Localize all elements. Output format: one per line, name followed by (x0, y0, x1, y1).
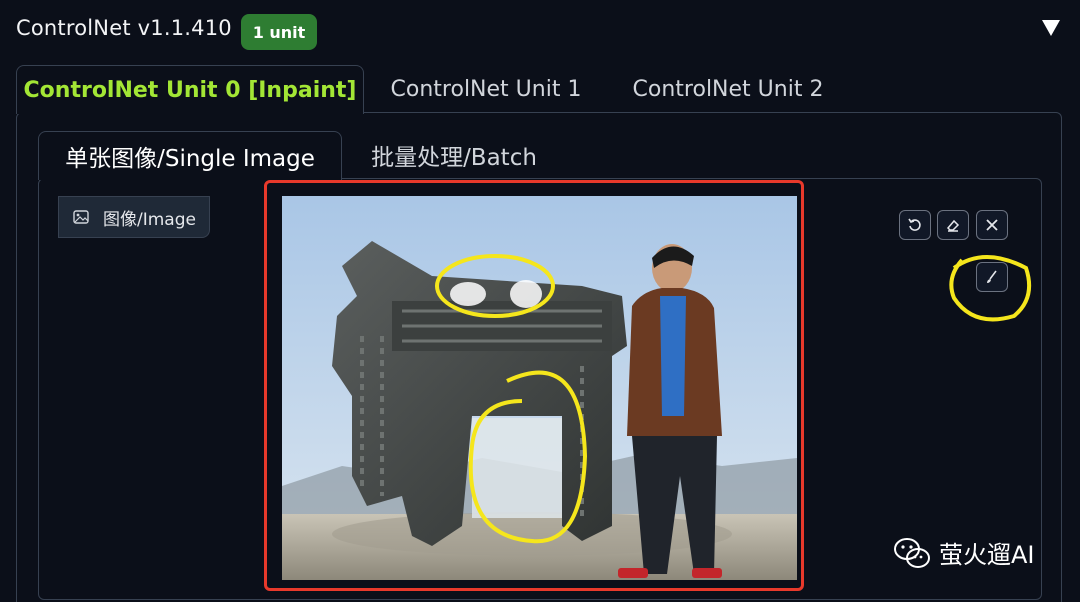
image-label: 图像/Image (103, 209, 196, 230)
close-icon (986, 219, 998, 231)
wechat-icon (894, 537, 930, 568)
unit-count-badge: 1 unit (241, 14, 317, 50)
eraser-button[interactable] (937, 210, 969, 240)
undo-button[interactable] (899, 210, 931, 240)
undo-icon (908, 218, 921, 231)
tab-batch[interactable]: 批量处理/Batch (354, 131, 554, 179)
tab-single-image[interactable]: 单张图像/Single Image (38, 131, 342, 180)
eraser-icon (946, 219, 960, 232)
tab-unit-0[interactable]: ControlNet Unit 0 [Inpaint] (16, 65, 364, 114)
controlnet-panel: ControlNet v1.1.410 1 unit ControlNet Un… (0, 0, 1080, 602)
image-label-chip: 图像/Image (58, 196, 210, 238)
tab-unit-1[interactable]: ControlNet Unit 1 (376, 65, 596, 113)
tab-unit-2[interactable]: ControlNet Unit 2 (618, 65, 838, 113)
clear-button[interactable] (976, 210, 1008, 240)
image-icon (73, 210, 89, 224)
inpaint-photo (282, 196, 797, 580)
inpaint-canvas[interactable] (282, 196, 797, 580)
panel-title: ControlNet v1.1.410 (16, 16, 232, 40)
watermark-text: 萤火遛AI (939, 541, 1035, 569)
brush-annotation-circle (949, 255, 1031, 322)
collapse-arrow-icon[interactable] (1042, 20, 1060, 36)
watermark: 萤火遛AI (893, 535, 1035, 570)
